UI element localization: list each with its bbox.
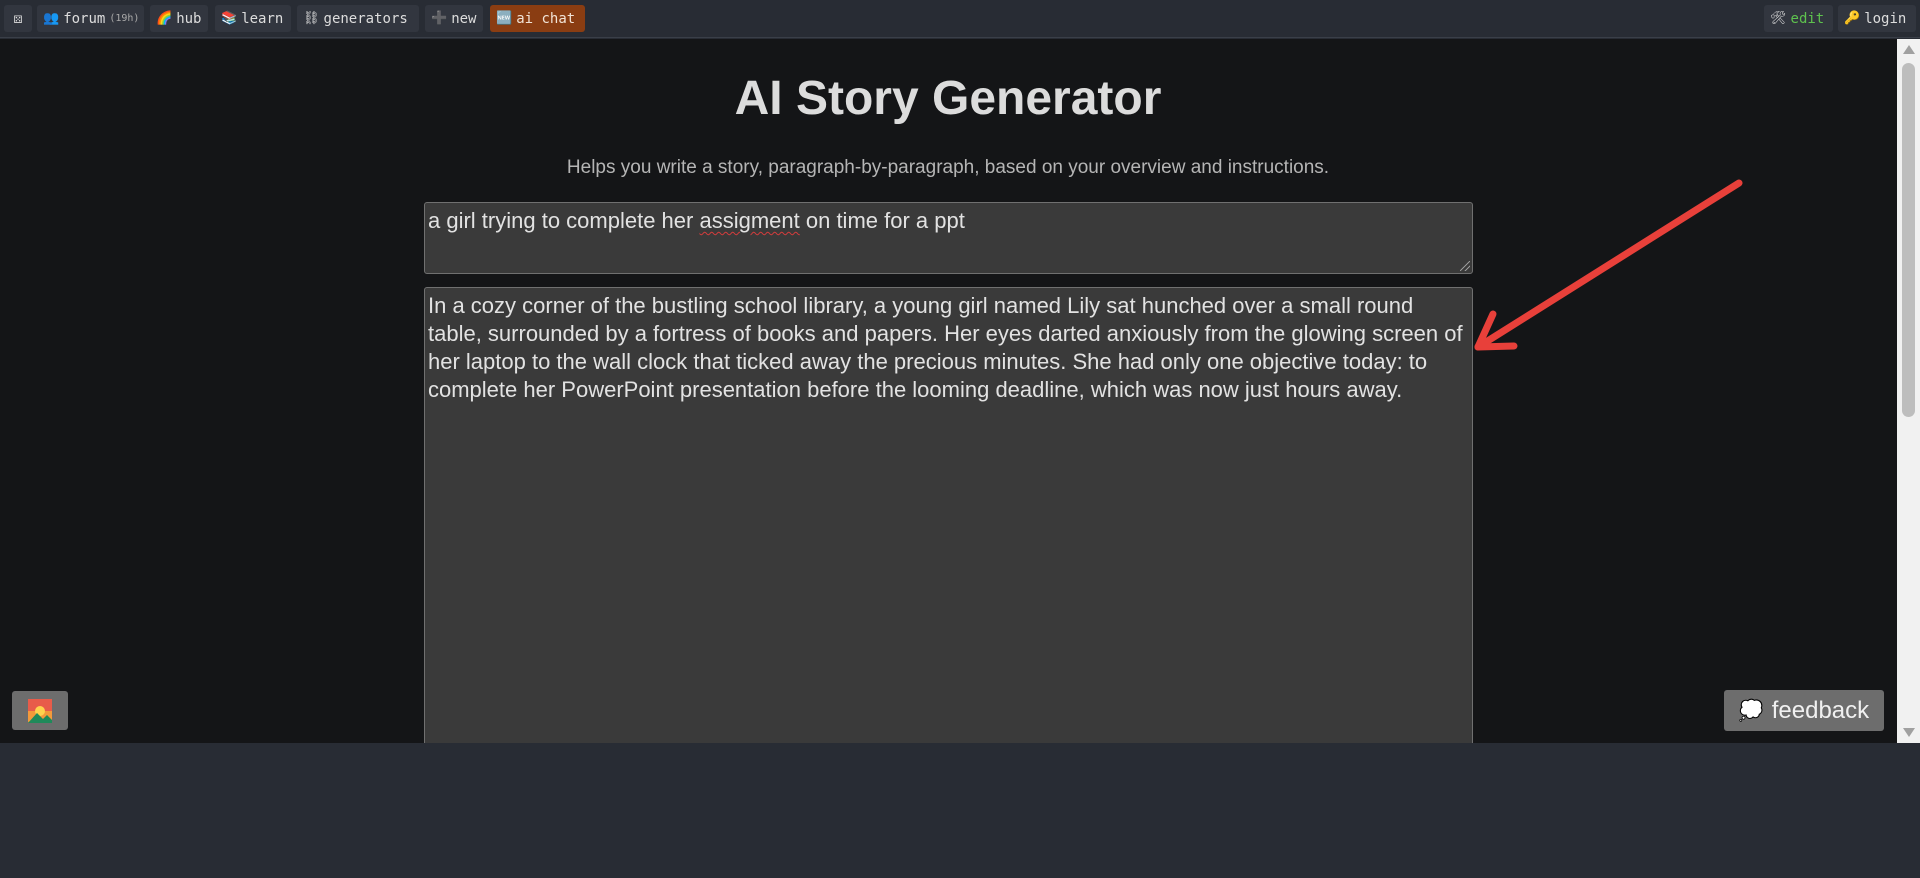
page-subtitle: Helps you write a story, paragraph-by-pa… <box>566 157 1330 178</box>
people-icon: 👥 <box>43 11 60 26</box>
home-dice-icon[interactable]: ⚄ <box>4 5 32 32</box>
scroll-up-arrow-icon[interactable] <box>1903 45 1915 54</box>
nav-login[interactable]: 🔑 login <box>1838 5 1916 32</box>
vertical-scrollbar[interactable] <box>1897 39 1920 743</box>
thought-bubble-icon: 💭 <box>1738 700 1764 722</box>
nav-edit[interactable]: 🛠 edit <box>1764 5 1833 32</box>
key-icon: 🔑 <box>1844 11 1861 26</box>
nav-forum[interactable]: 👥 forum (19h) <box>37 5 144 32</box>
nav-ai-chat[interactable]: 🆕 ai chat <box>490 5 585 32</box>
misspelled-word: assigment <box>699 208 800 233</box>
overview-textarea[interactable]: a girl trying to complete her assigment … <box>424 202 1473 274</box>
nav-generators[interactable]: ⛓ generators <box>297 5 419 32</box>
plus-icon: ➕ <box>431 11 448 26</box>
chain-icon: ⛓ <box>303 11 320 26</box>
nav-learn[interactable]: 📚 learn <box>215 5 291 32</box>
story-textarea[interactable]: In a cozy corner of the bustling school … <box>424 287 1473 743</box>
scrollbar-thumb[interactable] <box>1902 63 1915 417</box>
image-button[interactable] <box>12 691 68 730</box>
generator-frame: AI Story Generator Helps you write a sto… <box>0 39 1920 743</box>
new-badge-icon: 🆕 <box>496 11 513 26</box>
feedback-button[interactable]: 💭 feedback <box>1724 690 1884 731</box>
scroll-down-arrow-icon[interactable] <box>1903 728 1915 737</box>
rainbow-icon: 🌈 <box>156 11 173 26</box>
nav-new[interactable]: ➕ new <box>425 5 483 32</box>
tools-icon: 🛠 <box>1770 11 1787 26</box>
landscape-image-icon <box>28 698 52 723</box>
nav-hub[interactable]: 🌈 hub <box>150 5 208 32</box>
top-nav-bar: ⚄ 👥 forum (19h) 🌈 hub 📚 learn ⛓ generato… <box>0 0 1920 38</box>
page-title: AI Story Generator <box>734 72 1162 125</box>
red-arrow-annotation <box>1474 179 1743 351</box>
books-icon: 📚 <box>221 11 238 26</box>
